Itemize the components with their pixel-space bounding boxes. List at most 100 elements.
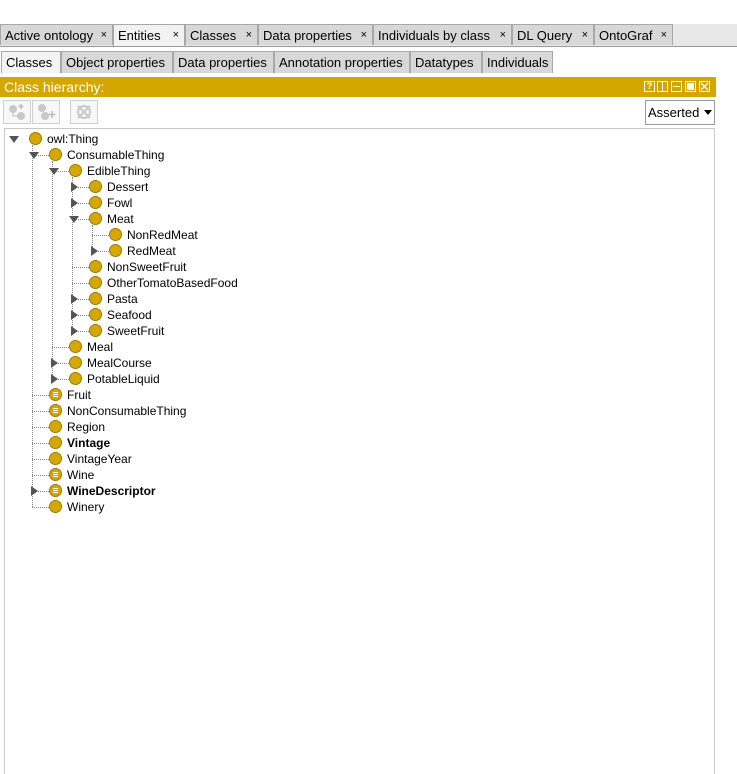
tree-node[interactable]: NonSweetFruit bbox=[69, 259, 469, 275]
tab-individuals-by-class[interactable]: Individuals by class × bbox=[373, 24, 512, 45]
chevron-down-icon bbox=[704, 110, 712, 115]
tab-annotation-properties[interactable]: Annotation properties bbox=[274, 51, 410, 73]
tree-node[interactable]: MealCourse bbox=[49, 355, 449, 371]
tree-node-label: NonConsumableThing bbox=[67, 404, 187, 418]
tree-node[interactable]: Fruit bbox=[29, 387, 429, 403]
tree-node[interactable]: ConsumableThing bbox=[29, 147, 429, 163]
class-icon bbox=[49, 452, 62, 465]
tree-node[interactable]: Region bbox=[29, 419, 429, 435]
close-icon[interactable]: × bbox=[101, 25, 107, 45]
tab-data-properties[interactable]: Data properties × bbox=[258, 24, 373, 45]
tree-node[interactable]: WineDescriptor bbox=[29, 483, 429, 499]
close-icon[interactable]: × bbox=[246, 25, 252, 45]
workspace-tab-bar: Active ontology × Entities × Classes × D… bbox=[0, 24, 737, 47]
tree-node[interactable]: owl:Thing bbox=[9, 131, 409, 147]
collapse-toggle-icon[interactable] bbox=[9, 136, 19, 143]
tree-node-label: owl:Thing bbox=[47, 132, 99, 146]
expand-toggle-icon[interactable] bbox=[71, 326, 78, 336]
tree-node[interactable]: Wine bbox=[29, 467, 429, 483]
help-icon[interactable]: ? bbox=[644, 81, 655, 92]
entity-tab-bar: Classes Object properties Data propertie… bbox=[0, 51, 737, 73]
expand-toggle-icon[interactable] bbox=[51, 374, 58, 384]
close-icon[interactable] bbox=[699, 81, 710, 92]
expand-toggle-icon[interactable] bbox=[51, 358, 58, 368]
tab-active-ontology[interactable]: Active ontology × bbox=[0, 24, 113, 45]
close-icon[interactable]: × bbox=[361, 25, 367, 45]
tab-label: OntoGraf bbox=[599, 28, 653, 43]
maximize-icon[interactable] bbox=[685, 81, 696, 92]
tree-node[interactable]: Winery bbox=[29, 499, 429, 515]
tab-classes[interactable]: Classes × bbox=[185, 24, 258, 45]
class-icon bbox=[69, 164, 82, 177]
tree-node[interactable]: SweetFruit bbox=[69, 323, 469, 339]
tree-node[interactable]: Meat bbox=[69, 211, 469, 227]
class-icon bbox=[89, 324, 102, 337]
tree-node-label: Fruit bbox=[67, 388, 91, 402]
tab-label: Classes bbox=[190, 28, 237, 43]
tree-node[interactable]: NonRedMeat bbox=[89, 227, 489, 243]
tab-dl-query[interactable]: DL Query × bbox=[512, 24, 594, 45]
tree-node[interactable]: Seafood bbox=[69, 307, 469, 323]
tree-node[interactable]: Fowl bbox=[69, 195, 469, 211]
tree-node-label: PotableLiquid bbox=[87, 372, 160, 386]
split-icon[interactable] bbox=[657, 81, 668, 92]
tab-datatypes[interactable]: Datatypes bbox=[410, 51, 482, 73]
tree-node[interactable]: Vintage bbox=[29, 435, 429, 451]
class-icon bbox=[89, 196, 102, 209]
tree-node-label: NonSweetFruit bbox=[107, 260, 187, 274]
expand-toggle-icon[interactable] bbox=[71, 310, 78, 320]
expand-toggle-icon[interactable] bbox=[71, 294, 78, 304]
top-strip bbox=[0, 0, 737, 24]
close-icon[interactable]: × bbox=[173, 25, 179, 46]
class-hierarchy-titlebar: Class hierarchy: ? bbox=[0, 77, 716, 97]
panel-title: Class hierarchy: bbox=[4, 79, 105, 95]
class-icon bbox=[89, 292, 102, 305]
tab-individuals[interactable]: Individuals bbox=[482, 51, 553, 73]
tree-node[interactable]: RedMeat bbox=[89, 243, 489, 259]
class-icon bbox=[49, 436, 62, 449]
tree-node-label: NonRedMeat bbox=[127, 228, 198, 242]
tree-node[interactable]: NonConsumableThing bbox=[29, 403, 429, 419]
tab-entities[interactable]: Entities × bbox=[113, 24, 185, 46]
collapse-toggle-icon[interactable] bbox=[49, 168, 59, 175]
tree-node-label: Winery bbox=[67, 500, 105, 514]
tab-label: Active ontology bbox=[5, 28, 94, 43]
tree-node-label: Pasta bbox=[107, 292, 138, 306]
add-subclass-button[interactable] bbox=[3, 100, 31, 124]
delete-class-button[interactable] bbox=[70, 100, 98, 124]
minimize-icon[interactable] bbox=[671, 81, 682, 92]
collapse-toggle-icon[interactable] bbox=[29, 152, 39, 159]
tree-node[interactable]: EdibleThing bbox=[49, 163, 449, 179]
tree-node[interactable]: Meal bbox=[49, 339, 449, 355]
close-icon[interactable]: × bbox=[582, 25, 588, 45]
expand-toggle-icon[interactable] bbox=[91, 246, 98, 256]
tab-data-properties[interactable]: Data properties bbox=[173, 51, 274, 73]
add-sibling-icon bbox=[38, 104, 56, 120]
tree-node[interactable]: VintageYear bbox=[29, 451, 429, 467]
class-tree[interactable]: owl:Thing ConsumableThing EdibleThing Desse… bbox=[4, 128, 715, 774]
close-icon[interactable]: × bbox=[661, 25, 667, 45]
tree-node[interactable]: Pasta bbox=[69, 291, 469, 307]
expand-toggle-icon[interactable] bbox=[71, 198, 78, 208]
tree-node-label: Fowl bbox=[107, 196, 133, 210]
tab-classes[interactable]: Classes bbox=[1, 51, 61, 73]
tree-node-label: VintageYear bbox=[67, 452, 132, 466]
tab-ontograf[interactable]: OntoGraf × bbox=[594, 24, 673, 45]
tree-node[interactable]: Dessert bbox=[69, 179, 469, 195]
tab-object-properties[interactable]: Object properties bbox=[61, 51, 173, 73]
add-sibling-button[interactable] bbox=[32, 100, 60, 124]
view-mode-select[interactable]: Asserted bbox=[645, 100, 715, 125]
close-icon[interactable]: × bbox=[500, 25, 506, 45]
tree-node[interactable]: PotableLiquid bbox=[49, 371, 449, 387]
tree-node-label: Seafood bbox=[107, 308, 152, 322]
expand-toggle-icon[interactable] bbox=[71, 182, 78, 192]
collapse-toggle-icon[interactable] bbox=[69, 216, 79, 223]
tab-label: Entities bbox=[118, 28, 161, 43]
class-icon bbox=[49, 420, 62, 433]
tree-node-label: RedMeat bbox=[127, 244, 176, 258]
tree-node[interactable]: OtherTomatoBasedFood bbox=[69, 275, 469, 291]
class-icon bbox=[69, 372, 82, 385]
tree-node-label: MealCourse bbox=[87, 356, 152, 370]
expand-toggle-icon[interactable] bbox=[31, 486, 38, 496]
tree-node-label: OtherTomatoBasedFood bbox=[107, 276, 238, 290]
